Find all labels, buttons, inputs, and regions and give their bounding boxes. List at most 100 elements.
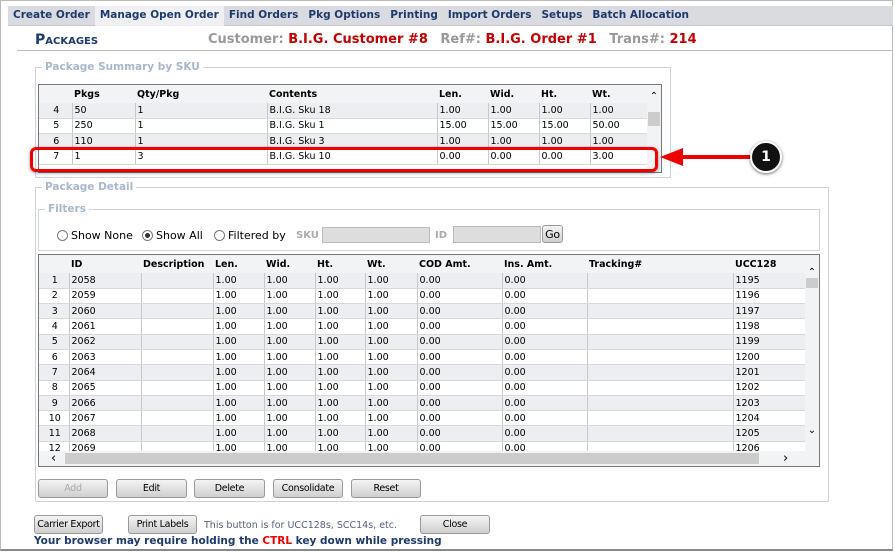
- cell: [586, 273, 733, 289]
- summary-row[interactable]: 4 50 1 B.I.G. Sku 18 1.00 1.00 1.00 1.00: [39, 103, 647, 119]
- cell: 1198: [732, 318, 805, 335]
- column-header[interactable]: Wt.: [590, 85, 647, 103]
- cell: 0.00: [416, 349, 502, 366]
- column-header[interactable]: Wid.: [264, 255, 315, 273]
- delete-button[interactable]: Delete: [194, 479, 265, 498]
- reset-button[interactable]: Reset: [351, 479, 421, 498]
- step-callout: 1: [750, 141, 782, 173]
- cell: 1.00: [364, 288, 417, 305]
- cell: 1.00: [364, 318, 417, 335]
- cell: 1.00: [212, 318, 264, 335]
- cell: [586, 380, 733, 396]
- sku-filter-input[interactable]: [322, 227, 430, 243]
- radio-show-all[interactable]: Show All: [142, 229, 203, 242]
- package-row[interactable]: 11 2068 1.00 1.00 1.00 1.00 0.00 0.00 1205: [39, 425, 805, 442]
- cell: [140, 318, 213, 335]
- scroll-up-icon[interactable]: ⌃: [647, 91, 661, 102]
- column-header[interactable]: Len.: [213, 255, 264, 273]
- cell: 1.00: [212, 334, 264, 350]
- cell: 1.00: [314, 364, 365, 381]
- summary-row[interactable]: 5 250 1 B.I.G. Sku 1 15.00 15.00 15.00 50.00: [39, 118, 647, 135]
- column-header[interactable]: COD Amt.: [417, 255, 502, 273]
- cell: 1.00: [364, 273, 417, 289]
- print-labels-button[interactable]: Print Labels: [128, 515, 197, 534]
- column-header[interactable]: Len.: [437, 85, 488, 103]
- package-row[interactable]: 6 2063 1.00 1.00 1.00 1.00 0.00 0.00 1200: [39, 349, 805, 366]
- id-filter-input[interactable]: [453, 226, 541, 243]
- cell: 0.00: [416, 395, 502, 412]
- close-button[interactable]: Close: [420, 515, 490, 534]
- cell: 1.00: [487, 103, 539, 119]
- column-header[interactable]: [39, 85, 72, 103]
- column-header[interactable]: ID: [69, 255, 141, 273]
- column-header[interactable]: Pkgs: [72, 85, 135, 103]
- column-header[interactable]: Description: [141, 255, 213, 273]
- detail-grid[interactable]: ID Description Len. Wid. Ht. Wt. COD Amt. Ins. …: [38, 254, 820, 467]
- detail-hscrollbar[interactable]: ‹ ›: [39, 451, 819, 466]
- scroll-right-icon[interactable]: ›: [783, 451, 788, 466]
- cell: 1: [134, 103, 267, 119]
- cell: 2064: [68, 364, 141, 381]
- cell: 1.00: [212, 410, 264, 427]
- package-row[interactable]: 10 2067 1.00 1.00 1.00 1.00 0.00 0.00 1204: [39, 410, 805, 427]
- scroll-down-icon[interactable]: ⌄: [805, 425, 819, 436]
- package-row[interactable]: 1 2058 1.00 1.00 1.00 1.00 0.00 0.00 1195: [39, 273, 805, 289]
- cell: 2061: [68, 318, 141, 335]
- package-row[interactable]: 2 2059 1.00 1.00 1.00 1.00 0.00 0.00 1196: [39, 288, 805, 305]
- carrier-export-button[interactable]: Carrier Export: [34, 515, 103, 534]
- column-header[interactable]: Contents: [267, 85, 437, 103]
- cell: 1.00: [314, 334, 365, 350]
- cell: 1.00: [263, 349, 315, 366]
- package-row[interactable]: 3 2060 1.00 1.00 1.00 1.00 0.00 0.00 1197: [39, 303, 805, 320]
- column-header[interactable]: [39, 255, 69, 273]
- cell: 1.00: [364, 303, 417, 320]
- package-row[interactable]: 9 2066 1.00 1.00 1.00 1.00 0.00 0.00 1203: [39, 395, 805, 412]
- package-row[interactable]: 8 2065 1.00 1.00 1.00 1.00 0.00 0.00 1202: [39, 380, 805, 396]
- add-button[interactable]: Add: [38, 479, 108, 498]
- package-row[interactable]: 7 2064 1.00 1.00 1.00 1.00 0.00 0.00 1201: [39, 364, 805, 381]
- edit-button[interactable]: Edit: [116, 479, 187, 498]
- scroll-up-icon[interactable]: ⌃: [805, 267, 819, 278]
- tab-setups[interactable]: Setups: [536, 6, 587, 26]
- cell: [586, 395, 733, 412]
- cell: 1197: [732, 303, 805, 320]
- radio-filtered-by[interactable]: Filtered by: [214, 229, 286, 242]
- cell: 1205: [732, 425, 805, 442]
- cell: 0.00: [416, 410, 502, 427]
- package-row[interactable]: 4 2061 1.00 1.00 1.00 1.00 0.00 0.00 1198: [39, 318, 805, 335]
- column-header[interactable]: Ins. Amt.: [502, 255, 587, 273]
- radio-show-none[interactable]: Show None: [57, 229, 133, 242]
- cell: 5: [39, 334, 69, 350]
- column-header[interactable]: Wid.: [488, 85, 539, 103]
- cell: 2066: [68, 395, 141, 412]
- cell: 1.00: [364, 364, 417, 381]
- column-header[interactable]: UCC128: [733, 255, 805, 273]
- column-header[interactable]: Wt.: [365, 255, 417, 273]
- cell: [140, 349, 213, 366]
- consolidate-button[interactable]: Consolidate: [273, 479, 343, 498]
- cell: 0.00: [501, 364, 587, 381]
- tab-batch-allocation[interactable]: Batch Allocation: [587, 6, 694, 26]
- tab-printing[interactable]: Printing: [385, 6, 443, 26]
- column-header[interactable]: Tracking#: [587, 255, 733, 273]
- tab-create-order[interactable]: Create Order: [8, 6, 95, 26]
- cell: [140, 380, 213, 396]
- cell: 1199: [732, 334, 805, 350]
- cell: 0.00: [416, 425, 502, 442]
- tab-import-orders[interactable]: Import Orders: [443, 6, 537, 26]
- package-row[interactable]: 5 2062 1.00 1.00 1.00 1.00 0.00 0.00 1199: [39, 334, 805, 350]
- scroll-left-icon[interactable]: ‹: [51, 451, 56, 466]
- go-button[interactable]: Go: [542, 225, 563, 243]
- column-header[interactable]: Qty/Pkg: [135, 85, 267, 103]
- cell: 4: [39, 103, 72, 119]
- trans-value: 214: [669, 32, 697, 47]
- tab-find-orders[interactable]: Find Orders: [224, 6, 304, 26]
- detail-vscrollbar[interactable]: ⌃ ⌄: [805, 255, 819, 451]
- divider: [17, 50, 893, 51]
- column-header[interactable]: Ht.: [539, 85, 590, 103]
- tab-manage-open-order[interactable]: Manage Open Order: [94, 6, 224, 26]
- column-header[interactable]: Ht.: [315, 255, 365, 273]
- cell: 1.00: [212, 395, 264, 412]
- cell: 1.00: [212, 364, 264, 381]
- tab-pkg-options[interactable]: Pkg Options: [303, 6, 385, 26]
